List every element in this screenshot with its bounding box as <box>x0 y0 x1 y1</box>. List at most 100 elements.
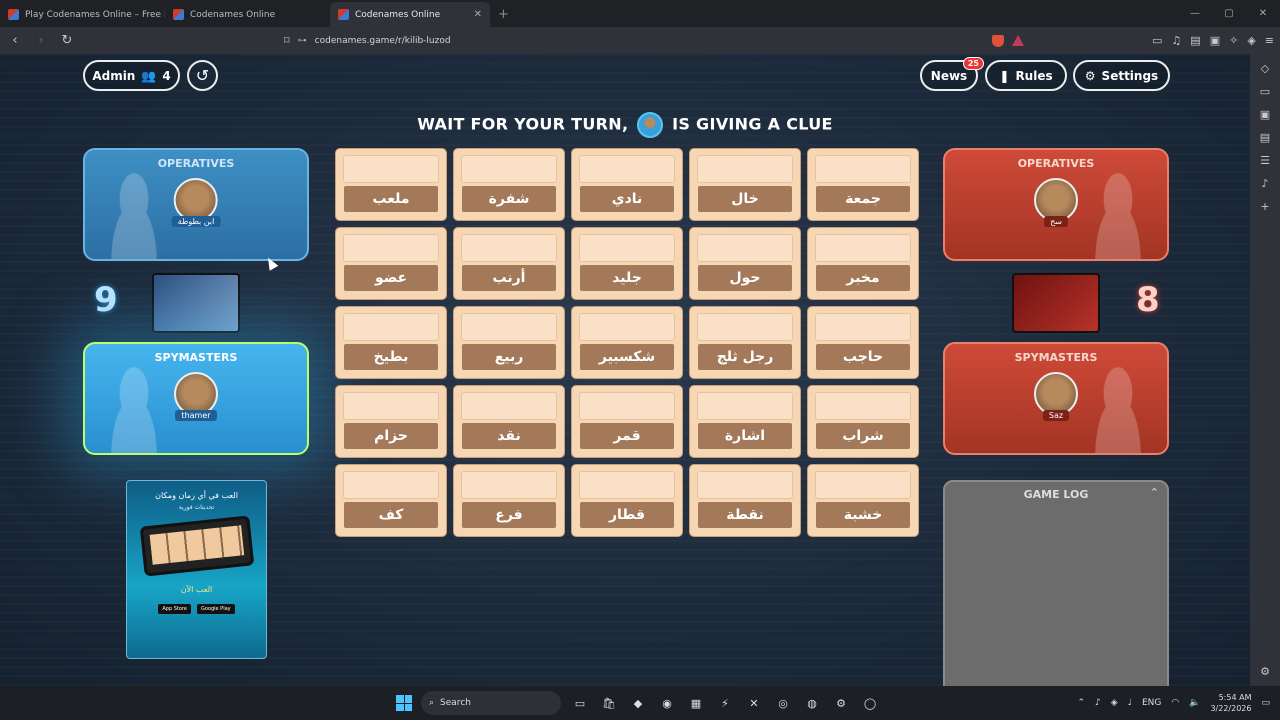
wallet-icon[interactable]: ▣ <box>1210 34 1220 47</box>
sidebar-toggle-icon[interactable]: ▭ <box>1152 34 1162 47</box>
blue-spymasters-panel[interactable]: SPYMASTERS thamer <box>83 342 309 455</box>
word-card[interactable]: بطيخ <box>335 306 447 379</box>
sidebar-tabs-icon[interactable]: ▭ <box>1260 85 1270 98</box>
reset-game-button[interactable]: ↺ <box>187 60 218 91</box>
red-spymasters-label: SPYMASTERS <box>1014 351 1098 364</box>
browser-tab-2[interactable]: Codenames Online <box>165 2 330 27</box>
url-field[interactable]: ⌑ ⊶ codenames.game/r/kilib-luzod <box>284 30 1024 51</box>
word-card[interactable]: قمر <box>571 385 683 458</box>
brave-shield-icon[interactable] <box>992 34 1004 47</box>
word-card[interactable]: عضو <box>335 227 447 300</box>
sidebar-bookmarks-icon[interactable]: ▤ <box>1260 131 1270 144</box>
music-icon[interactable]: ♫ <box>1171 34 1181 47</box>
language-indicator[interactable]: ENG <box>1142 698 1161 708</box>
speaker-icon[interactable]: ♪ <box>1095 698 1101 708</box>
brave-rewards-icon[interactable] <box>1012 35 1024 46</box>
rules-button[interactable]: ❚ Rules <box>985 60 1067 91</box>
store-icon[interactable]: 🛍 <box>599 693 619 713</box>
word-card[interactable]: فرع <box>453 464 565 537</box>
word-card[interactable]: رجل ثلج <box>689 306 801 379</box>
minimize-icon[interactable]: — <box>1178 0 1212 26</box>
sidebar-settings-icon[interactable]: ⚙ <box>1260 665 1270 678</box>
close-tab-icon[interactable]: ✕ <box>474 9 482 20</box>
browser-tab-3-active[interactable]: Codenames Online ✕ <box>330 2 490 27</box>
red-spymasters-panel[interactable]: SPYMASTERS Saz <box>943 342 1169 455</box>
new-tab-button[interactable]: + <box>490 7 517 27</box>
gear-icon: ⚙ <box>1084 68 1096 83</box>
url-text[interactable]: codenames.game/r/kilib-luzod <box>315 36 451 46</box>
word-card[interactable]: قطار <box>571 464 683 537</box>
steam-icon[interactable]: ◎ <box>773 693 793 713</box>
mic-icon[interactable]: ♩ <box>1128 698 1132 708</box>
word-card[interactable]: ملعب <box>335 148 447 221</box>
word-card[interactable]: جمعة <box>807 148 919 221</box>
forward-icon[interactable]: › <box>32 33 50 48</box>
bookmark-icon[interactable]: ⌑ <box>284 34 290 47</box>
task-view-icon[interactable]: ▭ <box>570 693 590 713</box>
browser-tab-1[interactable]: Play Codenames Online – Free Brows <box>0 2 165 27</box>
word-card[interactable]: حول <box>689 227 801 300</box>
word-card[interactable]: حزام <box>335 385 447 458</box>
sidebar-pin-icon[interactable]: ◇ <box>1261 62 1269 75</box>
word-card[interactable]: خشبة <box>807 464 919 537</box>
close-window-icon[interactable]: ✕ <box>1246 0 1280 26</box>
word-card[interactable]: مخبر <box>807 227 919 300</box>
word-card[interactable]: نادي <box>571 148 683 221</box>
clock[interactable]: 5:54 AM 3/22/2026 <box>1210 692 1251 714</box>
sidebar-music-icon[interactable]: ♪ <box>1261 177 1268 190</box>
taskbar-search[interactable]: ⌕ Search <box>421 691 561 715</box>
xbox-icon[interactable]: ✕ <box>744 693 764 713</box>
site-info-icon[interactable]: ⊶ <box>298 36 307 46</box>
maximize-icon[interactable]: ▢ <box>1212 0 1246 26</box>
overwatch-icon[interactable]: ◯ <box>860 693 880 713</box>
reload-icon[interactable]: ↻ <box>58 33 76 48</box>
word-card[interactable]: شكسبير <box>571 306 683 379</box>
admin-button[interactable]: Admin 👥 4 <box>83 60 180 91</box>
sidebar-wallet-icon[interactable]: ▣ <box>1260 108 1270 121</box>
browser-icon[interactable]: ◍ <box>802 693 822 713</box>
bookmark-icon: ❚ <box>999 68 1010 83</box>
reader-icon[interactable]: ▤ <box>1190 34 1200 47</box>
back-icon[interactable]: ‹ <box>6 33 24 48</box>
word-card[interactable]: شراب <box>807 385 919 458</box>
bolt-icon[interactable]: ⚡ <box>715 693 735 713</box>
app-promo-ad[interactable]: العب في أي زمان ومكان تحديثات فورية العب… <box>126 480 267 659</box>
red-operatives-panel[interactable]: OPERATIVES سح <box>943 148 1169 261</box>
settings-icon[interactable]: ⚙ <box>831 693 851 713</box>
network-icon[interactable]: ◈ <box>1111 698 1118 708</box>
app-store-badge[interactable]: App Store <box>158 604 191 614</box>
settings-button[interactable]: ⚙ Settings <box>1073 60 1170 91</box>
news-button[interactable]: News 25 <box>920 57 984 91</box>
volume-icon[interactable]: 🔈 <box>1189 698 1200 708</box>
sidebar-add-icon[interactable]: + <box>1260 200 1269 213</box>
word-card[interactable]: خال <box>689 148 801 221</box>
word-card[interactable]: نقطة <box>689 464 801 537</box>
word-card[interactable]: حاجب <box>807 306 919 379</box>
discord-icon[interactable]: ◉ <box>657 693 677 713</box>
ai-icon[interactable]: ✧ <box>1229 34 1238 47</box>
word-card[interactable]: شفرة <box>453 148 565 221</box>
chevron-up-icon[interactable]: ⌃ <box>1150 486 1159 499</box>
sidebar-reading-icon[interactable]: ☰ <box>1260 154 1270 167</box>
word-board: ملعب شفرة نادي خال جمعة عضو أرنب جليد حول مخبر بطي… <box>335 148 919 537</box>
word-card[interactable]: اشارة <box>689 385 801 458</box>
chevron-up-icon[interactable]: ⌃ <box>1078 698 1086 708</box>
wifi-icon[interactable]: ◠ <box>1171 698 1179 708</box>
blue-operatives-panel[interactable]: OPERATIVES ابن بطوطة <box>83 148 309 261</box>
word-card[interactable]: كف <box>335 464 447 537</box>
app-icon[interactable]: ◆ <box>628 693 648 713</box>
word-card[interactable]: أرنب <box>453 227 565 300</box>
word-card[interactable]: نقد <box>453 385 565 458</box>
folder-icon[interactable]: ▦ <box>686 693 706 713</box>
codenames-favicon-icon <box>8 9 19 20</box>
notification-icon[interactable]: ▭ <box>1261 698 1270 708</box>
menu-icon[interactable]: ≡ <box>1265 34 1274 47</box>
word-card[interactable]: جليد <box>571 227 683 300</box>
date: 3/22/2026 <box>1210 704 1252 713</box>
google-play-badge[interactable]: Google Play <box>196 604 235 614</box>
game-log-panel[interactable]: GAME LOG ⌃ <box>943 480 1169 686</box>
card-word: فرع <box>462 502 556 528</box>
vpn-icon[interactable]: ◈ <box>1247 34 1255 47</box>
word-card[interactable]: ربيع <box>453 306 565 379</box>
windows-start-icon[interactable] <box>396 695 412 711</box>
